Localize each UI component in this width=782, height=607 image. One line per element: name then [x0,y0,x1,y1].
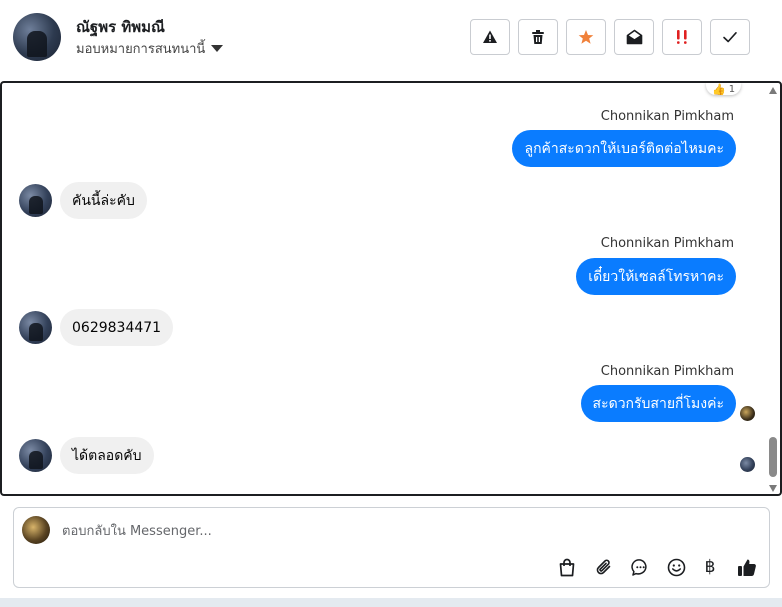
contact-avatar-small[interactable] [19,184,52,217]
payment-button[interactable]: ฿ [698,555,722,579]
incoming-message[interactable]: ได้ตลอดคับ [60,437,154,474]
scroll-up-arrow-icon[interactable] [769,87,777,94]
send-like-button[interactable] [735,555,759,579]
product-button[interactable] [555,555,579,579]
reaction-emoji: 👍 [712,82,726,96]
mark-spam-button[interactable] [470,19,510,55]
priority-icon [677,30,687,44]
contact-avatar-small[interactable] [19,311,52,344]
star-button[interactable] [566,19,606,55]
attach-file-button[interactable] [592,555,616,579]
reply-input[interactable] [62,520,752,542]
outgoing-message[interactable]: เดี๋ยวให้เซลล์โทรหาคะ [576,258,736,295]
warning-icon [483,30,497,43]
scrollbar-thumb[interactable] [769,437,777,477]
mark-unread-button[interactable] [614,19,654,55]
contact-avatar-small[interactable] [19,439,52,472]
saved-replies-button[interactable] [628,555,652,579]
outgoing-message[interactable]: ลูกค้าสะดวกให้เบอร์ติดต่อไหมคะ [512,130,736,167]
saved-reply-icon [630,558,647,576]
footer-strip [0,598,782,607]
conversation-header: ณัฐพร ทิพมณี มอบหมายการสนทนานี้ [0,0,782,76]
reply-composer: ฿ [13,507,770,588]
scroll-down-arrow-icon[interactable] [769,485,777,492]
caret-down-icon [211,45,224,52]
envelope-open-icon [626,29,642,45]
incoming-message[interactable]: คันนี้ล่ะคับ [60,182,147,219]
assign-conversation-dropdown[interactable]: มอบหมายการสนทนานี้ [76,38,224,59]
contact-avatar[interactable] [13,13,61,61]
check-icon [723,31,737,43]
message-reaction[interactable]: 👍 1 [706,82,742,96]
shopping-bag-icon [559,558,575,576]
baht-icon: ฿ [704,556,716,577]
paperclip-icon [596,559,611,575]
message-sender: Chonnikan Pimkham [600,236,734,251]
incoming-message[interactable]: 0629834471 [60,309,174,346]
delete-button[interactable] [518,19,558,55]
seen-receipt-avatar [740,406,755,421]
page-avatar [22,516,50,544]
message-sender: Chonnikan Pimkham [600,109,734,124]
reaction-count: 1 [728,83,736,95]
emoji-icon [667,558,685,576]
emoji-button[interactable] [664,555,688,579]
message-thread[interactable]: 👍 1 Chonnikan Pimkham ลูกค้าสะดวกให้เบอร… [0,81,782,496]
thumbs-up-icon [738,559,756,576]
message-sender: Chonnikan Pimkham [600,364,734,379]
seen-receipt-avatar [740,457,755,472]
outgoing-message[interactable]: สะดวกรับสายกี่โมงค่ะ [580,385,736,422]
trash-icon [532,30,544,44]
star-icon [578,30,594,44]
priority-button[interactable] [662,19,702,55]
contact-name[interactable]: ณัฐพร ทิพมณี [76,15,165,39]
assign-label: มอบหมายการสนทนานี้ [76,42,206,57]
mark-done-button[interactable] [710,19,750,55]
thread-scrollbar[interactable] [768,87,778,492]
